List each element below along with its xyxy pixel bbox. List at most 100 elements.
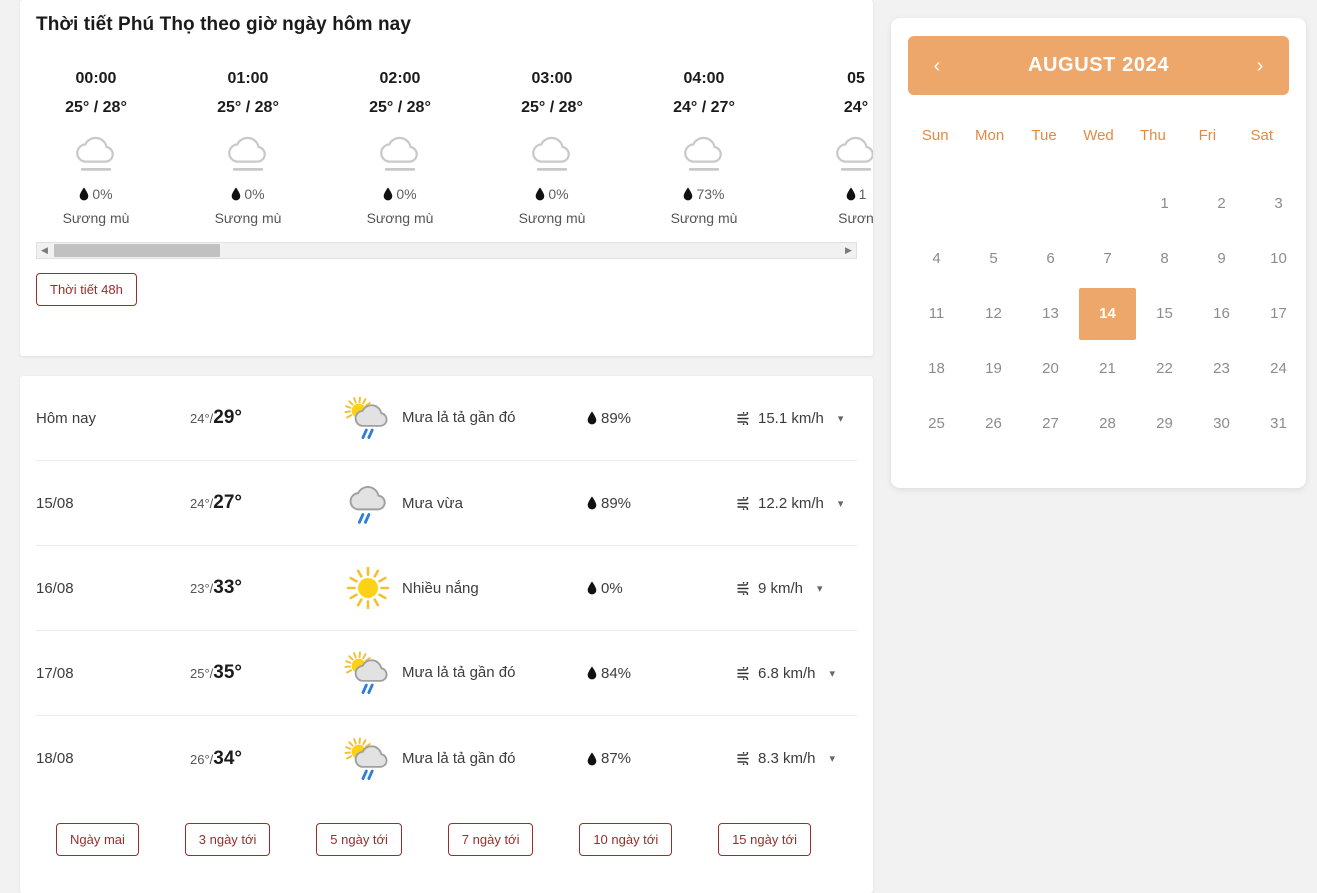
daily-range-button[interactable]: 3 ngày tới [184,823,271,856]
hourly-temperature: 25° / 28° [65,99,127,116]
calendar-day[interactable]: 31 [1250,396,1307,451]
calendar-day[interactable]: 18 [908,341,965,396]
calendar-day[interactable]: 29 [1136,396,1193,451]
calendar-day[interactable]: 13 [1022,286,1079,341]
calendar-day[interactable]: 11 [908,286,965,341]
daily-low-temp: 23°/ [190,581,214,596]
daily-humidity-value: 87% [601,750,632,767]
calendar-day[interactable]: 30 [1193,396,1250,451]
calendar-day[interactable]: 26 [965,396,1022,451]
calendar-card: ‹ AUGUST 2024 › Sun Mon Tue Wed Thu Fri Sat 12… [891,18,1306,488]
calendar-day-number: 23 [1213,360,1230,377]
chevron-down-icon[interactable]: ▾ [838,412,844,425]
daily-wind[interactable]: 15.1 km/h ▾ [737,410,857,427]
calendar-next-month-icon[interactable]: › [1249,56,1271,76]
calendar-day[interactable]: 3 [1250,176,1307,231]
daily-condition-text: Nhiều nắng [402,579,479,597]
hourly-time: 04:00 [683,70,725,87]
daily-condition: Nhiều nắng [342,562,587,614]
daily-wind[interactable]: 8.3 km/h ▾ [737,750,857,767]
droplet-icon [683,187,693,201]
chevron-down-icon[interactable]: ▾ [830,667,836,680]
calendar-day-number: 6 [1046,250,1055,267]
daily-forecast-row[interactable]: 15/08 24°/27° Mưa vừa 89% 12.2 km/h ▾ [36,461,857,546]
daily-range-button[interactable]: Ngày mai [56,823,139,856]
calendar-day[interactable]: 23 [1193,341,1250,396]
sun-cloud-rain-icon [342,649,394,697]
hourly-temperature: 25° / 28° [217,99,279,116]
calendar-prev-month-icon[interactable]: ‹ [926,56,948,76]
calendar-day[interactable]: 1 [1136,176,1193,231]
calendar-day[interactable]: 5 [965,231,1022,286]
calendar-day[interactable]: 15 [1136,286,1193,341]
droplet-icon [383,187,393,201]
calendar-day[interactable]: 10 [1250,231,1307,286]
daily-high-temp: 35° [213,662,243,683]
calendar-day[interactable]: 7 [1079,231,1136,286]
daily-range-button[interactable]: 7 ngày tới [447,823,534,856]
calendar-day[interactable]: 20 [1022,341,1079,396]
daily-humidity: 0% [587,580,737,597]
daily-range-button[interactable]: 10 ngày tới [579,823,673,856]
calendar-day[interactable]: 2 [1193,176,1250,231]
droplet-icon [231,187,241,201]
calendar-day-number: 19 [985,360,1002,377]
daily-high-temp: 29° [213,407,243,428]
calendar-day[interactable]: 22 [1136,341,1193,396]
hourly-time: 02:00 [379,70,421,87]
hourly-forecast-title: Thời tiết Phú Thọ theo giờ ngày hôm nay [36,14,412,35]
daily-wind-value: 6.8 km/h [758,664,816,682]
calendar-day[interactable]: 19 [965,341,1022,396]
scroll-left-arrow-icon[interactable]: ◀ [37,243,52,258]
calendar-day[interactable]: 27 [1022,396,1079,451]
scrollbar-track[interactable] [52,243,841,258]
daily-wind[interactable]: 9 km/h ▾ [737,580,857,597]
hourly-time: 00:00 [75,70,117,87]
calendar-day[interactable]: 16 [1193,286,1250,341]
daily-forecast-card: Hôm nay 24°/29° Mưa lả tả gần đó 89% 15.1 km… [20,376,873,893]
daily-humidity: 84% [587,665,737,682]
calendar-day[interactable]: 21 [1079,341,1136,396]
hourly-strip: 00:00 25° / 28° 0% Sương mù 01:00 25° / 28° 0%… [20,36,873,226]
weather-48h-button[interactable]: Thời tiết 48h [36,273,137,306]
calendar-day-number: 5 [989,250,998,267]
daily-forecast-row[interactable]: Hôm nay 24°/29° Mưa lả tả gần đó 89% 15.1 km… [36,376,857,461]
daily-forecast-row[interactable]: 18/08 26°/34° Mưa lả tả gần đó 87% 8.3 km/h ▾ [36,716,857,801]
calendar-day[interactable]: 4 [908,231,965,286]
hourly-scrollbar[interactable]: ◀ ▶ [36,242,857,259]
calendar-day[interactable]: 9 [1193,231,1250,286]
hourly-precip: 73% [628,186,780,202]
calendar-day[interactable]: 17 [1250,286,1307,341]
daily-forecast-list: Hôm nay 24°/29° Mưa lả tả gần đó 89% 15.1 km… [36,376,857,801]
calendar-day[interactable]: 28 [1079,396,1136,451]
calendar-day[interactable]: 12 [965,286,1022,341]
daily-humidity: 87% [587,750,737,767]
scroll-right-arrow-icon[interactable]: ▶ [841,243,856,258]
hourly-precip-value: 0% [396,186,417,202]
calendar-day[interactable]: 6 [1022,231,1079,286]
daily-condition-text: Mưa vừa [402,494,463,512]
calendar-day-selected[interactable]: 14 [1079,286,1136,341]
calendar-day[interactable]: 25 [908,396,965,451]
page-root: Thời tiết Phú Thọ theo giờ ngày hôm nay … [0,0,1317,893]
calendar-day-number: 20 [1042,360,1059,377]
daily-forecast-row[interactable]: 17/08 25°/35° Mưa lả tả gần đó 84% 6.8 km/h ▾ [36,631,857,716]
calendar-weekday: Thu [1139,127,1166,144]
hourly-precip: 0% [324,186,476,202]
daily-wind[interactable]: 12.2 km/h ▾ [737,495,857,512]
chevron-down-icon[interactable]: ▾ [817,582,823,595]
right-column: ‹ AUGUST 2024 › Sun Mon Tue Wed Thu Fri Sat 12… [891,0,1306,893]
daily-range-button[interactable]: 5 ngày tới [316,823,402,856]
calendar-day[interactable]: 24 [1250,341,1307,396]
daily-forecast-row[interactable]: 16/08 23°/33° Nhiều nắng 0% 9 km/h ▾ [36,546,857,631]
daily-range-button[interactable]: 15 ngày tới [718,823,811,856]
hourly-time: 05 [847,70,865,87]
scrollbar-thumb[interactable] [54,244,220,257]
daily-wind[interactable]: 6.8 km/h ▾ [737,665,857,682]
droplet-icon [587,581,597,595]
calendar-day[interactable]: 8 [1136,231,1193,286]
hourly-precip-value: 1 [858,186,867,202]
chevron-down-icon[interactable]: ▾ [838,497,844,510]
daily-condition: Mưa lả tả gần đó [342,394,587,442]
chevron-down-icon[interactable]: ▾ [830,752,836,765]
